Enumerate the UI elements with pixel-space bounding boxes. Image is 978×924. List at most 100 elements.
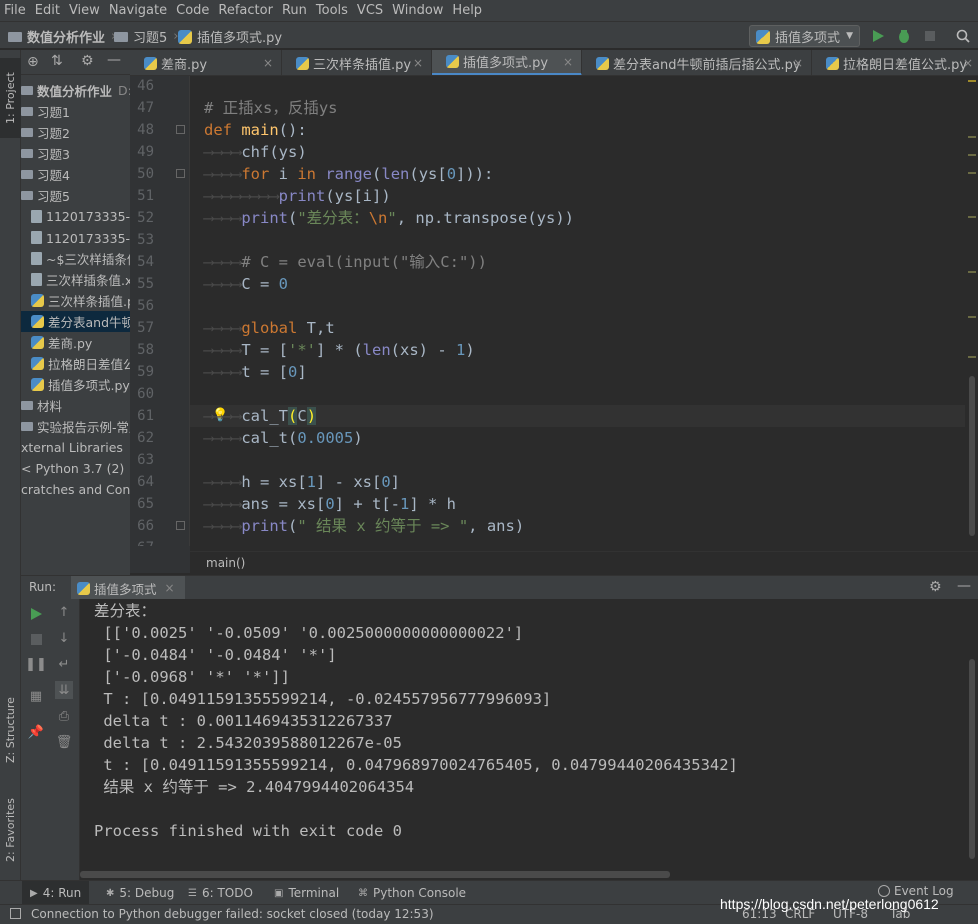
editor-scroll-thumb[interactable] [969,376,975,536]
stop-button[interactable] [921,27,939,45]
rerun-button[interactable] [27,605,45,623]
project-tree-item[interactable]: 差分表and牛顿 [21,311,130,332]
project-tool-tab[interactable]: 1: Project [0,58,21,138]
project-tree-item[interactable]: 习题2 [21,122,130,143]
menu-navigate[interactable]: Navigate [109,0,176,21]
tool-tab[interactable]: ▣ Terminal [266,881,347,905]
project-tree-item[interactable]: 数值分析作业 D:\Pete [21,80,130,101]
menu-code[interactable]: Code [176,0,218,21]
tool-window-toggle-icon[interactable] [10,908,21,919]
structure-tool-tab[interactable]: Z: Structure [0,690,21,770]
collapse-icon[interactable]: ⇅ [51,53,63,69]
tool-tab[interactable]: ⌘ Python Console [350,881,474,905]
console-scroll-thumb[interactable] [969,659,975,859]
menu-tools[interactable]: Tools [316,0,357,21]
project-tree-item[interactable]: < Python 3.7 (2) [21,458,130,479]
run-console[interactable]: 差分表： [['0.0025' '-0.0509' '0.00250000000… [80,599,965,880]
menu-refactor[interactable]: Refactor [218,0,282,21]
close-icon[interactable]: × [413,56,423,70]
project-tree-item[interactable]: 习题5 [21,185,130,206]
project-tree-item[interactable]: 拉格朗日差值公 [21,353,130,374]
menu-vcs[interactable]: VCS [357,0,392,21]
status-message[interactable]: Connection to Python debugger failed: so… [31,907,434,921]
editor-tab[interactable]: 差分表and牛顿前插后插公式.py × [582,50,812,75]
soft-wrap-icon[interactable]: ↵ [55,655,73,673]
project-tree-item[interactable]: 习题1 [21,101,130,122]
project-tree-item[interactable]: cratches and Conso [21,479,130,500]
project-tree-item[interactable]: 习题3 [21,143,130,164]
editor-tab[interactable]: 三次样条插值.py × [282,50,432,75]
close-icon[interactable]: × [165,581,175,595]
project-tree-item[interactable]: 差商.py [21,332,130,353]
fold-icon[interactable] [176,169,185,178]
line-number: 57 [137,320,154,336]
project-tree-item[interactable]: 1120173335-大 [21,227,130,248]
stop-icon[interactable] [27,630,45,648]
close-icon[interactable]: × [793,56,803,70]
pin-icon[interactable]: 📌 [27,723,45,741]
project-tree-item[interactable]: ~$三次样插条值 [21,248,130,269]
menu-window[interactable]: Window [392,0,452,21]
project-tree-item-label: xternal Libraries [21,440,123,455]
editor-tab[interactable]: 差商.py × [130,50,282,75]
run-button[interactable] [869,27,887,45]
gear-icon[interactable]: ⚙ [929,579,942,595]
scroll-to-end-icon[interactable]: ⇊ [55,681,73,699]
gear-icon[interactable]: ⚙ [81,53,94,69]
close-icon[interactable]: × [563,55,573,69]
editor-breadcrumb[interactable]: main() [190,551,978,573]
search-everywhere-button[interactable] [954,27,972,45]
menu-file[interactable]: File [4,0,35,21]
editor-tab[interactable]: 拉格朗日差值公式.py × [812,50,978,75]
breadcrumb-file[interactable]: 插值多项式.py [178,22,282,50]
project-tree-item[interactable]: 三次样插条值.x [21,269,130,290]
console-line: ['-0.0968' '*' '*']] [94,668,290,686]
console-line: delta t : 0.0011469435312267337 [94,712,393,730]
locate-icon[interactable]: ⊕ [27,54,39,70]
project-tree-item[interactable]: 三次样条插值.p [21,290,130,311]
project-tree-item[interactable]: 插值多项式.py [21,374,130,395]
menu-run[interactable]: Run [282,0,316,21]
console-line: 差分表： [94,602,157,620]
trash-icon[interactable]: 🗑 [55,733,73,751]
close-icon[interactable]: × [263,56,273,70]
breadcrumb-folder[interactable]: 习题5 › [114,22,178,50]
minimize-icon[interactable]: — [107,52,121,68]
project-tree-item[interactable]: 材料 [21,395,130,416]
warning-marker[interactable] [968,80,976,82]
up-arrow-icon[interactable]: ↑ [55,603,73,621]
tool-tab[interactable]: ☰ 6: TODO [180,881,261,905]
editor-tab[interactable]: 插值多项式.py × [432,50,582,75]
debug-button[interactable] [895,27,913,45]
fold-icon[interactable] [176,125,185,134]
editor-scrollbar[interactable] [965,76,978,546]
console-horizontal-scroll-thumb[interactable] [80,871,670,878]
scroll-marker [968,172,976,174]
favorites-tool-tab[interactable]: 2: Favorites [0,790,21,870]
print-icon[interactable]: ⎙ [55,707,73,725]
menu-view[interactable]: View [69,0,109,21]
close-icon[interactable]: × [963,56,973,70]
pause-icon[interactable]: ❚❚ [25,655,47,673]
python-icon [756,30,770,44]
menu-edit[interactable]: Edit [35,0,69,21]
tool-tab[interactable]: ✱ 5: Debug [98,881,182,905]
project-tree-item[interactable]: 实验报告示例-常用 [21,416,130,437]
layout-icon[interactable]: ▦ [27,687,45,705]
project-tree-item[interactable]: xternal Libraries [21,437,130,458]
menu-help[interactable]: Help [452,0,491,21]
minimize-icon[interactable]: — [957,578,971,594]
project-tree-item-label: 习题4 [37,168,70,183]
run-tab[interactable]: 插值多项式 × [71,576,185,600]
run-configuration-select[interactable]: 插值多项式 ▼ [749,25,860,47]
breadcrumb-project[interactable]: 数值分析作业 › [8,22,116,50]
project-tree-item[interactable]: 习题4 [21,164,130,185]
fold-icon[interactable] [176,521,185,530]
project-tree-item[interactable]: 1120173335-2 [21,206,130,227]
console-scrollbar[interactable] [965,599,978,880]
down-arrow-icon[interactable]: ↓ [55,629,73,647]
run-panel-header: Run: 插值多项式 × ⚙ — [21,575,978,600]
code-editor[interactable]: # 正插xs，反插ys def main(): ⟶⟶⟶⟶chf(ys) ⟶⟶⟶⟶for… [190,76,965,546]
tool-tab-label: 6: TODO [201,886,253,900]
tool-tab[interactable]: ▶ 4: Run [22,881,90,905]
